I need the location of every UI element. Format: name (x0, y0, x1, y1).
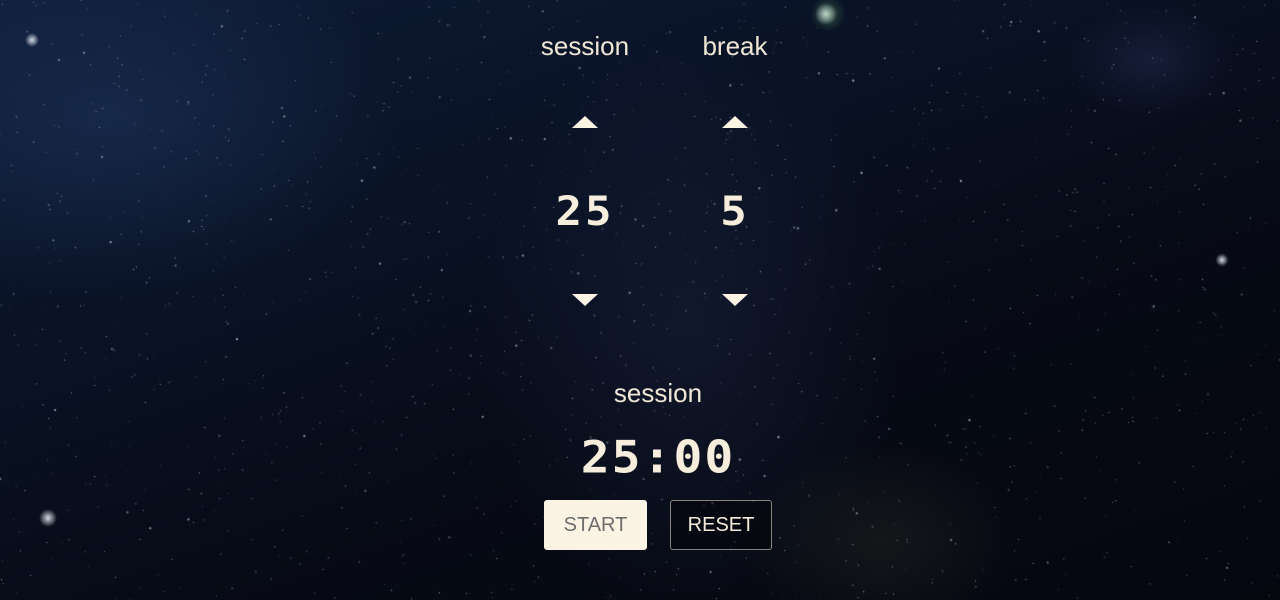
start-button[interactable]: START (544, 500, 647, 550)
session-decrement-icon[interactable] (572, 294, 598, 306)
session-length-label: session (540, 31, 630, 61)
break-length-value: 5 (720, 188, 750, 235)
break-length-label: break (702, 31, 768, 61)
break-increment-icon[interactable] (722, 116, 748, 128)
timer-mode-label: session (613, 378, 703, 408)
timer-display: 25:00 (580, 432, 736, 484)
reset-button[interactable]: RESET (670, 500, 772, 550)
session-length-value: 25 (555, 188, 615, 235)
session-increment-icon[interactable] (572, 116, 598, 128)
break-decrement-icon[interactable] (722, 294, 748, 306)
